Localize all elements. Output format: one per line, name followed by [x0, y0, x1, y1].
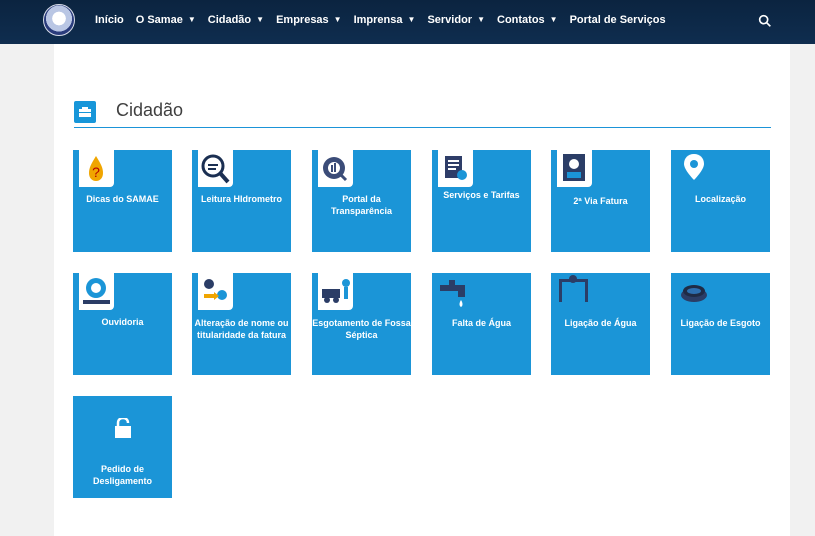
nav-contatos[interactable]: Contatos ▼: [497, 14, 558, 26]
tile-ligacao-agua[interactable]: Ligação de Água: [551, 273, 650, 375]
tile-dicas[interactable]: ? Dicas do SAMAE: [73, 150, 172, 252]
nav-servidor[interactable]: Servidor ▼: [427, 14, 485, 26]
tile-localizacao[interactable]: Localização: [671, 150, 770, 252]
tile-label: Falta de Água: [451, 318, 511, 328]
tile-servicos-tarifas[interactable]: Serviços e Tarifas: [432, 150, 531, 252]
water-connection-icon: [557, 273, 592, 310]
tile-label: Alteração de nome ou titularidade da fat…: [194, 318, 289, 340]
question-drop-icon: ?: [79, 150, 114, 187]
main-nav: Início O Samae ▼ Cidadão ▼ Empresas ▼ Impre…: [95, 14, 678, 26]
tile-leitura-hidrometro[interactable]: Leitura HIdrometro: [192, 150, 291, 252]
page-title: Cidadão: [116, 100, 184, 120]
content-panel: Cidadão ? Dicas do SAMAE Leitura HIdrome…: [54, 44, 790, 536]
nav-portal-servicos[interactable]: Portal de Serviços: [570, 14, 666, 26]
nav-empresas[interactable]: Empresas ▼: [276, 14, 342, 26]
name-change-icon: [198, 273, 233, 310]
tile-pedido-desligamento[interactable]: Pedido de Desligamento: [73, 396, 172, 498]
search-icon[interactable]: [757, 13, 773, 29]
tile-label: Serviços e Tarifas: [443, 190, 520, 200]
tariffs-icon: [438, 150, 473, 187]
tile-label: Localização: [694, 194, 747, 204]
tile-label: Portal da Transparência: [330, 194, 393, 216]
transparency-icon: [318, 150, 353, 187]
nav-inicio[interactable]: Início: [95, 14, 124, 26]
nav-o-samae[interactable]: O Samae ▼: [136, 14, 196, 26]
nav-imprensa[interactable]: Imprensa ▼: [354, 14, 416, 26]
septic-tank-icon: [318, 273, 353, 310]
meter-reading-icon: [198, 150, 233, 187]
location-pin-icon: [677, 150, 712, 187]
unlock-icon: [114, 416, 132, 438]
tile-label: 2ª Via Fatura: [573, 196, 628, 206]
invoice-copy-icon: [557, 150, 592, 187]
tile-label: Pedido de Desligamento: [92, 464, 152, 486]
tile-label: Ouvidoria: [101, 317, 144, 327]
tile-alteracao-titularidade[interactable]: Alteração de nome ou titularidade da fat…: [192, 273, 291, 375]
tile-label: Esgotamento de Fossa Séptica: [312, 318, 411, 340]
sewer-connection-icon: [677, 273, 712, 310]
tile-label: Ligação de Água: [564, 318, 637, 328]
tile-falta-agua[interactable]: Falta de Água: [432, 273, 531, 375]
tile-label: Leitura HIdrometro: [200, 194, 282, 204]
svg-text:?: ?: [92, 164, 100, 180]
section-header: Cidadão: [74, 97, 771, 128]
top-navbar: Início O Samae ▼ Cidadão ▼ Empresas ▼ Impre…: [0, 0, 815, 44]
water-tap-icon: [438, 273, 473, 310]
tile-portal-transparencia[interactable]: Portal da Transparência: [312, 150, 411, 252]
nav-cidadao[interactable]: Cidadão ▼: [208, 14, 264, 26]
tile-ouvidoria[interactable]: Ouvidoria: [73, 273, 172, 375]
tile-label: Dicas do SAMAE: [86, 194, 159, 204]
ombudsman-icon: [79, 273, 114, 310]
section-divider: [74, 127, 771, 128]
tile-segunda-via[interactable]: 2ª Via Fatura: [551, 150, 650, 252]
tile-esgotamento-fossa[interactable]: Esgotamento de Fossa Séptica: [312, 273, 411, 375]
tile-ligacao-esgoto[interactable]: Ligação de Esgoto: [671, 273, 770, 375]
briefcase-icon: [74, 101, 96, 123]
tile-label: Ligação de Esgoto: [680, 318, 761, 328]
samae-logo[interactable]: [43, 4, 75, 36]
